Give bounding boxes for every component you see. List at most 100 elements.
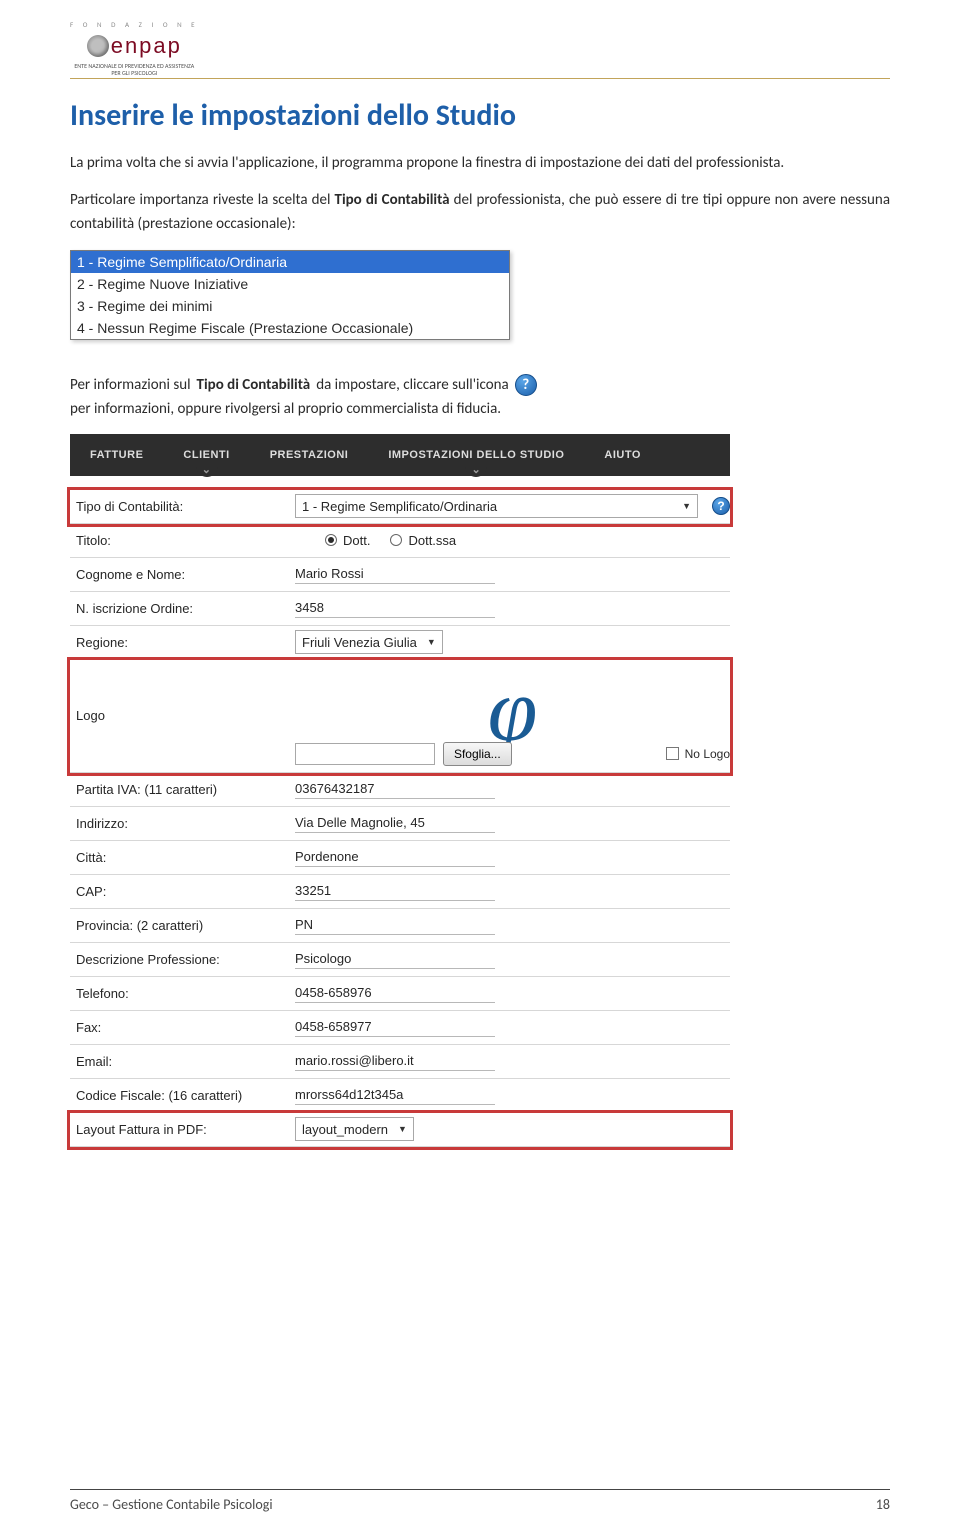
row-descrizione: Descrizione Professione: Psicologo bbox=[70, 943, 730, 977]
footer-title: Geco – Gestione Contabile Psicologi bbox=[70, 1496, 273, 1513]
help-icon[interactable]: ? bbox=[712, 497, 730, 515]
checkbox-no-logo[interactable]: No Logo bbox=[666, 747, 730, 761]
label-layout-pdf: Layout Fattura in PDF: bbox=[70, 1122, 295, 1137]
row-logo: Logo φ Sfoglia... No Logo bbox=[70, 660, 730, 773]
radio-icon bbox=[325, 534, 337, 546]
radio-label: Dott.ssa bbox=[408, 533, 456, 548]
text-span: Per informazioni sul bbox=[70, 376, 191, 394]
chevron-down-icon: ⌄ bbox=[202, 463, 212, 476]
row-iscrizione: N. iscrizione Ordine: 3458 bbox=[70, 592, 730, 626]
help-icon[interactable]: ? bbox=[515, 374, 537, 396]
tab-label: CLIENTI bbox=[183, 449, 229, 461]
label-fax: Fax: bbox=[70, 1020, 295, 1035]
brand-name: enpap bbox=[111, 33, 182, 59]
nav-tabs: FATTURE CLIENTI ⌄ PRESTAZIONI IMPOSTAZIO… bbox=[70, 434, 730, 476]
text-span: per informazioni, oppure rivolgersi al p… bbox=[70, 400, 501, 418]
tab-label: IMPOSTAZIONI DELLO STUDIO bbox=[388, 449, 564, 461]
regime-option-3[interactable]: 3 - Regime dei minimi bbox=[71, 295, 509, 317]
emphasis-tipo-contabilita: Tipo di Contabilità bbox=[335, 191, 450, 209]
input-email[interactable]: mario.rossi@libero.it bbox=[295, 1051, 495, 1071]
row-tipo-contabilita: Tipo di Contabilità: 1 - Regime Semplifi… bbox=[70, 490, 730, 524]
select-regione[interactable]: Friuli Venezia Giulia ▼ bbox=[295, 630, 443, 654]
row-fax: Fax: 0458-658977 bbox=[70, 1011, 730, 1045]
row-indirizzo: Indirizzo: Via Delle Magnolie, 45 bbox=[70, 807, 730, 841]
label-codice-fiscale: Codice Fiscale: (16 caratteri) bbox=[70, 1088, 295, 1103]
row-codice-fiscale: Codice Fiscale: (16 caratteri) mrorss64d… bbox=[70, 1079, 730, 1113]
label-titolo: Titolo: bbox=[70, 533, 295, 548]
select-value: Friuli Venezia Giulia bbox=[302, 635, 417, 650]
regime-option-2[interactable]: 2 - Regime Nuove Iniziative bbox=[71, 273, 509, 295]
input-fax[interactable]: 0458-658977 bbox=[295, 1017, 495, 1037]
regime-option-4[interactable]: 4 - Nessun Regime Fiscale (Prestazione O… bbox=[71, 317, 509, 339]
label-provincia: Provincia: (2 caratteri) bbox=[70, 918, 295, 933]
input-piva[interactable]: 03676432187 bbox=[295, 779, 495, 799]
row-regione: Regione: Friuli Venezia Giulia ▼ bbox=[70, 626, 730, 660]
row-telefono: Telefono: 0458-658976 bbox=[70, 977, 730, 1011]
globe-icon bbox=[87, 35, 109, 57]
checkbox-icon bbox=[666, 747, 679, 760]
document-footer: Geco – Gestione Contabile Psicologi 18 bbox=[70, 1489, 890, 1513]
radio-dottssa[interactable]: Dott.ssa bbox=[390, 533, 456, 548]
label-email: Email: bbox=[70, 1054, 295, 1069]
emphasis-tipo-contabilita: Tipo di Contabilità bbox=[197, 376, 311, 394]
intro-paragraph-2: Particolare importanza riveste la scelta… bbox=[70, 189, 890, 236]
label-iscrizione: N. iscrizione Ordine: bbox=[70, 601, 295, 616]
label-descrizione: Descrizione Professione: bbox=[70, 952, 295, 967]
tab-aiuto[interactable]: AIUTO bbox=[584, 434, 661, 476]
input-descrizione[interactable]: Psicologo bbox=[295, 949, 495, 969]
input-logo-path[interactable] bbox=[295, 743, 435, 765]
info-paragraph: Per informazioni sul Tipo di Contabilità… bbox=[70, 374, 890, 418]
input-citta[interactable]: Pordenone bbox=[295, 847, 495, 867]
brand-logo: F O N D A Z I O N E enpap ENTE NAZIONALE… bbox=[70, 20, 199, 76]
input-provincia[interactable]: PN bbox=[295, 915, 495, 935]
label-cap: CAP: bbox=[70, 884, 295, 899]
regime-dropdown-list: 1 - Regime Semplificato/Ordinaria 2 - Re… bbox=[70, 250, 510, 340]
input-indirizzo[interactable]: Via Delle Magnolie, 45 bbox=[295, 813, 495, 833]
label-logo: Logo bbox=[70, 660, 295, 772]
label-tipo-contabilita: Tipo di Contabilità: bbox=[70, 499, 295, 514]
text-span: da impostare, cliccare sull'icona bbox=[316, 376, 508, 394]
brand-tagline: ENTE NAZIONALE DI PREVIDENZA ED ASSISTEN… bbox=[74, 63, 194, 76]
row-piva: Partita IVA: (11 caratteri) 03676432187 bbox=[70, 773, 730, 807]
radio-label: Dott. bbox=[343, 533, 370, 548]
chevron-down-icon: ▼ bbox=[682, 501, 691, 511]
input-nome[interactable]: Mario Rossi bbox=[295, 564, 495, 584]
select-tipo-contabilita[interactable]: 1 - Regime Semplificato/Ordinaria ▼ bbox=[295, 494, 698, 518]
row-citta: Città: Pordenone bbox=[70, 841, 730, 875]
tab-prestazioni[interactable]: PRESTAZIONI bbox=[250, 434, 369, 476]
row-layout-pdf: Layout Fattura in PDF: layout_modern ▼ bbox=[70, 1113, 730, 1147]
label-indirizzo: Indirizzo: bbox=[70, 816, 295, 831]
regime-option-1[interactable]: 1 - Regime Semplificato/Ordinaria bbox=[71, 251, 509, 273]
row-nome: Cognome e Nome: Mario Rossi bbox=[70, 558, 730, 592]
radio-icon bbox=[390, 534, 402, 546]
input-iscrizione[interactable]: 3458 bbox=[295, 598, 495, 618]
label-nome: Cognome e Nome: bbox=[70, 567, 295, 582]
document-header: F O N D A Z I O N E enpap ENTE NAZIONALE… bbox=[70, 20, 890, 79]
input-cap[interactable]: 33251 bbox=[295, 881, 495, 901]
input-codice-fiscale[interactable]: mrorss64d12t345a bbox=[295, 1085, 495, 1105]
label-piva: Partita IVA: (11 caratteri) bbox=[70, 782, 295, 797]
tab-impostazioni[interactable]: IMPOSTAZIONI DELLO STUDIO ⌄ bbox=[368, 434, 584, 476]
label-regione: Regione: bbox=[70, 635, 295, 650]
radio-dott[interactable]: Dott. bbox=[325, 533, 370, 548]
row-email: Email: mario.rossi@libero.it bbox=[70, 1045, 730, 1079]
select-layout-pdf[interactable]: layout_modern ▼ bbox=[295, 1117, 414, 1141]
select-value: layout_modern bbox=[302, 1122, 388, 1137]
chevron-down-icon: ⌄ bbox=[472, 463, 482, 476]
row-cap: CAP: 33251 bbox=[70, 875, 730, 909]
chevron-down-icon: ▼ bbox=[427, 637, 436, 647]
text-span: Particolare importanza riveste la scelta… bbox=[70, 191, 335, 209]
tab-clienti[interactable]: CLIENTI ⌄ bbox=[163, 434, 249, 476]
label-telefono: Telefono: bbox=[70, 986, 295, 1001]
row-provincia: Provincia: (2 caratteri) PN bbox=[70, 909, 730, 943]
checkbox-label: No Logo bbox=[685, 747, 730, 761]
section-heading: Inserire le impostazioni dello Studio bbox=[70, 97, 890, 134]
row-titolo: Titolo: Dott. Dott.ssa bbox=[70, 524, 730, 558]
label-citta: Città: bbox=[70, 850, 295, 865]
intro-paragraph-1: La prima volta che si avvia l'applicazio… bbox=[70, 152, 890, 175]
input-telefono[interactable]: 0458-658976 bbox=[295, 983, 495, 1003]
select-value: 1 - Regime Semplificato/Ordinaria bbox=[302, 499, 497, 514]
tab-fatture[interactable]: FATTURE bbox=[70, 434, 163, 476]
studio-settings-form: Tipo di Contabilità: 1 - Regime Semplifi… bbox=[70, 490, 730, 1147]
browse-button[interactable]: Sfoglia... bbox=[443, 742, 512, 766]
